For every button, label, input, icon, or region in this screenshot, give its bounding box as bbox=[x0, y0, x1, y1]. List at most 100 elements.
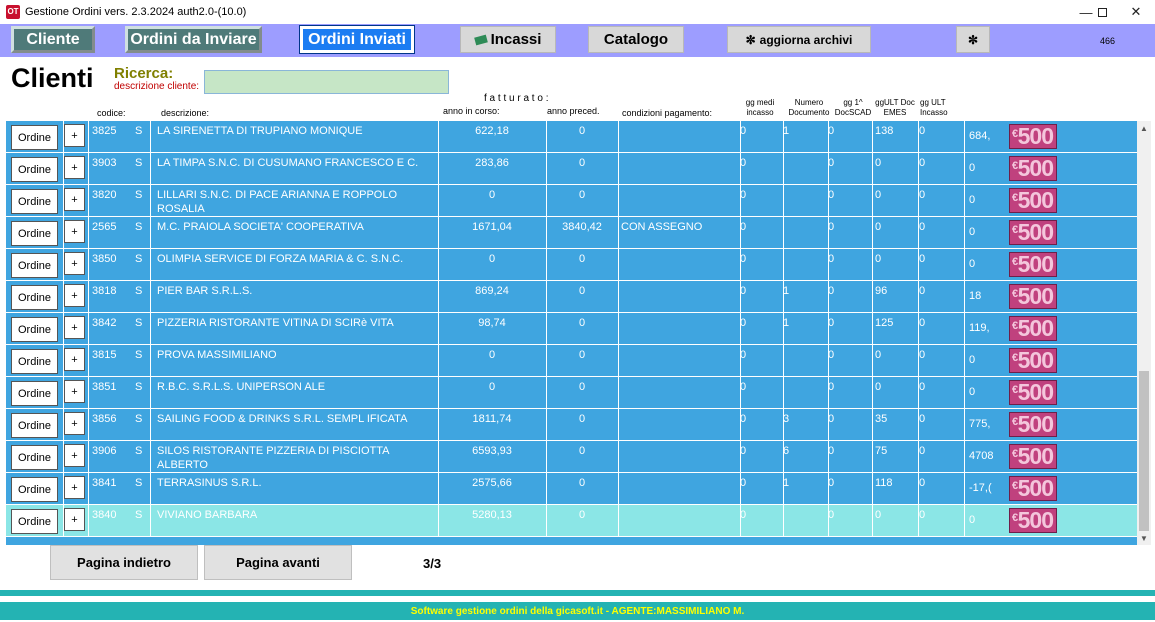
ggult-doc-emes: 75 bbox=[875, 445, 888, 457]
cell-divider bbox=[88, 505, 89, 536]
table-row[interactable]: Ordine +3906 S SILOS RISTORANTE PIZZERIA DI… bbox=[6, 441, 1137, 473]
table-row[interactable]: Ordine +3856 S SAILING FOOD & DRINKS S.R.L.… bbox=[6, 409, 1137, 441]
ordine-button[interactable]: Ordine bbox=[11, 317, 58, 342]
settings-button[interactable]: ✼ bbox=[956, 26, 990, 53]
catalogo-button[interactable]: Catalogo bbox=[588, 26, 684, 53]
add-button[interactable]: + bbox=[64, 284, 85, 307]
cell-divider bbox=[150, 153, 151, 184]
next-page-label: Pagina avanti bbox=[236, 555, 320, 570]
banknote-icon[interactable]: 500 bbox=[1009, 123, 1057, 149]
scroll-down-icon[interactable]: ▼ bbox=[1137, 531, 1151, 545]
cell-divider bbox=[964, 345, 965, 376]
table-row[interactable]: Ordine +3903 S LA TIMPA S.N.C. DI CUSUMANO … bbox=[6, 153, 1137, 185]
banknote-icon[interactable]: 500 bbox=[1009, 379, 1057, 405]
fatturato-anno-corso: 283,86 bbox=[475, 157, 509, 169]
next-page-button[interactable]: Pagina avanti bbox=[204, 545, 352, 580]
cell-divider bbox=[618, 409, 619, 440]
ggult-doc-emes: 96 bbox=[875, 285, 888, 297]
fatturato-anno-corso: 869,24 bbox=[475, 285, 509, 297]
ordine-button[interactable]: Ordine bbox=[11, 285, 58, 310]
add-button[interactable]: + bbox=[64, 156, 85, 179]
ordine-button[interactable]: Ordine bbox=[11, 253, 58, 278]
cell-divider bbox=[964, 505, 965, 536]
cliente-button[interactable]: Cliente bbox=[11, 26, 95, 53]
ordine-button[interactable]: Ordine bbox=[11, 349, 58, 374]
table-row[interactable]: Ordine +3840 S VIVIANO BARBARA 5280,13 0 0 0 0 0 0… bbox=[6, 505, 1137, 537]
add-button[interactable]: + bbox=[64, 412, 85, 435]
client-description: LA TIMPA S.N.C. DI CUSUMANO FRANCESCO E … bbox=[157, 157, 419, 169]
ordini-inviati-button[interactable]: Ordini Inviati bbox=[299, 25, 415, 54]
banknote-icon[interactable]: 500 bbox=[1009, 411, 1057, 437]
fatturato-anno-preced: 0 bbox=[578, 445, 586, 457]
aggiorna-archivi-button[interactable]: ✼ aggiorna archivi bbox=[727, 26, 871, 53]
table-row[interactable]: Ordine +2565 S M.C. PRAIOLA SOCIETA' COOPER… bbox=[6, 217, 1137, 249]
incassi-button[interactable]: Incassi bbox=[460, 26, 556, 53]
table-row[interactable]: Ordine +3825 S LA SIRENETTA DI TRUPIANO MON… bbox=[6, 121, 1137, 153]
fatturato-anno-preced: 0 bbox=[578, 253, 586, 265]
ordine-button[interactable]: Ordine bbox=[11, 381, 58, 406]
ordine-button[interactable]: Ordine bbox=[11, 125, 58, 150]
ordini-da-inviare-button[interactable]: Ordini da Inviare bbox=[125, 26, 262, 53]
fatturato-anno-preced: 0 bbox=[578, 381, 586, 393]
banknote-icon[interactable]: 500 bbox=[1009, 283, 1057, 309]
fatturato-anno-preced: 0 bbox=[578, 477, 586, 489]
add-button[interactable]: + bbox=[64, 316, 85, 339]
banknote-icon[interactable]: 500 bbox=[1009, 251, 1057, 277]
cell-divider bbox=[872, 217, 873, 248]
add-button[interactable]: + bbox=[64, 252, 85, 275]
banknote-icon[interactable]: 500 bbox=[1009, 475, 1057, 501]
banknote-icon[interactable]: 500 bbox=[1009, 507, 1057, 533]
banknote-icon[interactable]: 500 bbox=[1009, 155, 1057, 181]
col-header-condizioni: condizioni pagamento: bbox=[622, 108, 713, 118]
cell-divider bbox=[150, 409, 151, 440]
previous-page-button[interactable]: Pagina indietro bbox=[50, 545, 198, 580]
vertical-scrollbar[interactable]: ▲ ▼ bbox=[1137, 121, 1151, 545]
add-button[interactable]: + bbox=[64, 220, 85, 243]
add-button[interactable]: + bbox=[64, 188, 85, 211]
banknote-icon[interactable]: 500 bbox=[1009, 347, 1057, 373]
cell-divider bbox=[964, 409, 965, 440]
cell-divider bbox=[964, 185, 965, 216]
ordine-button[interactable]: Ordine bbox=[11, 157, 58, 182]
add-button[interactable]: + bbox=[64, 380, 85, 403]
cell-divider bbox=[618, 121, 619, 152]
bottom-band bbox=[0, 590, 1155, 596]
banknote-icon[interactable]: 500 bbox=[1009, 315, 1057, 341]
table-row[interactable]: Ordine +3842 S PIZZERIA RISTORANTE VITINA D… bbox=[6, 313, 1137, 345]
cell-divider bbox=[88, 185, 89, 216]
banknote-icon[interactable]: 500 bbox=[1009, 219, 1057, 245]
add-button[interactable]: + bbox=[64, 508, 85, 531]
cell-divider bbox=[150, 345, 151, 376]
add-button[interactable]: + bbox=[64, 476, 85, 499]
aggiorna-archivi-label: aggiorna archivi bbox=[759, 32, 853, 47]
ordine-button[interactable]: Ordine bbox=[11, 221, 58, 246]
cell-divider bbox=[872, 249, 873, 280]
ordine-button[interactable]: Ordine bbox=[11, 413, 58, 438]
ordine-button[interactable]: Ordine bbox=[11, 509, 58, 534]
table-row[interactable]: Ordine +3850 S OLIMPIA SERVICE DI FORZA MAR… bbox=[6, 249, 1137, 281]
ggult-incasso: 0 bbox=[919, 221, 926, 233]
table-row[interactable]: Ordine +3818 S PIER BAR S.R.L.S. 869,24 0 0 1 0 9… bbox=[6, 281, 1137, 313]
ggult-doc-emes: 0 bbox=[875, 189, 882, 201]
banknote-icon[interactable]: 500 bbox=[1009, 443, 1057, 469]
ordine-button[interactable]: Ordine bbox=[11, 189, 58, 214]
client-description: SILOS RISTORANTE PIZZERIA DI PISCIOTTA A… bbox=[157, 445, 389, 471]
add-button[interactable]: + bbox=[64, 444, 85, 467]
cell-divider bbox=[783, 217, 784, 248]
scrollbar-thumb[interactable] bbox=[1139, 371, 1149, 531]
scroll-up-icon[interactable]: ▲ bbox=[1137, 121, 1151, 135]
cell-divider bbox=[150, 377, 151, 408]
table-row[interactable]: Ordine +3841 S TERRASINUS S.R.L. 2575,66 0 0 1 0… bbox=[6, 473, 1137, 505]
ordine-button[interactable]: Ordine bbox=[11, 477, 58, 502]
table-row[interactable]: Ordine +3820 S LILLARI S.N.C. DI PACE ARIAN… bbox=[6, 185, 1137, 217]
fatturato-anno-preced: 0 bbox=[578, 413, 586, 425]
add-button[interactable]: + bbox=[64, 348, 85, 371]
banknote-icon[interactable]: 500 bbox=[1009, 187, 1057, 213]
ordine-button[interactable]: Ordine bbox=[11, 445, 58, 470]
table-row[interactable]: Ordine +3815 S PROVA MASSIMILIANO 0 0 0 0 0 0 0 500 bbox=[6, 345, 1137, 377]
add-button[interactable]: + bbox=[64, 124, 85, 147]
table-row[interactable]: Ordine +3851 S R.B.C. S.R.L.S. UNIPERSON AL… bbox=[6, 377, 1137, 409]
status-text: Software gestione ordini della gicasoft.… bbox=[410, 605, 745, 617]
search-input[interactable] bbox=[204, 70, 449, 94]
close-icon[interactable]: ✕ bbox=[1113, 0, 1155, 24]
